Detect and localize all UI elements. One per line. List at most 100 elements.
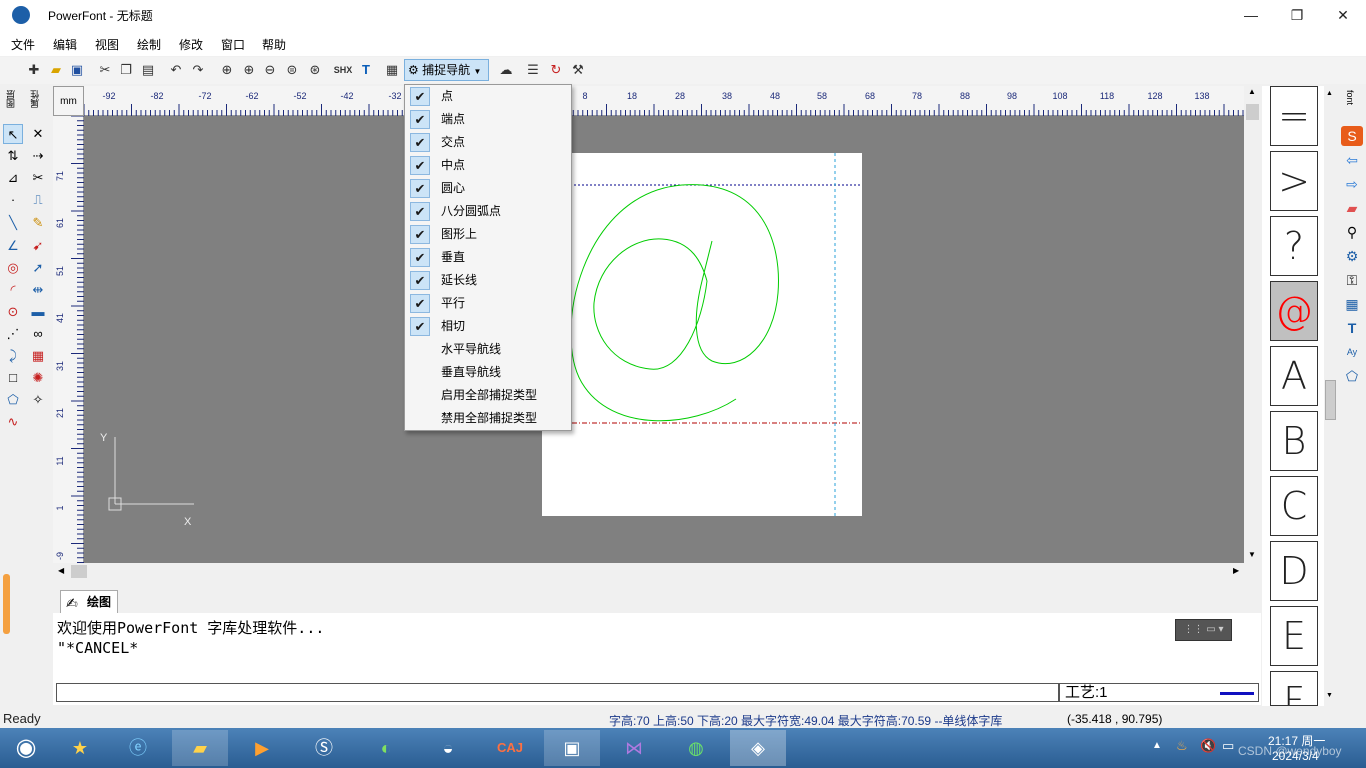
menu-window[interactable]: 窗口 xyxy=(221,36,245,53)
side-handle[interactable] xyxy=(3,574,10,634)
paste-icon[interactable]: ▤ xyxy=(138,60,158,80)
taskbar-star-icon[interactable]: ★ xyxy=(52,730,108,766)
magic-wand-icon[interactable]: ✧ xyxy=(28,390,48,410)
menu-edit[interactable]: 编辑 xyxy=(53,36,77,53)
menu-file[interactable]: 文件 xyxy=(11,36,35,53)
grid-table-icon[interactable]: ▦ xyxy=(382,60,402,80)
start-button-icon[interactable]: ◉ xyxy=(0,730,52,766)
glyph-panel-scroll-thumb[interactable] xyxy=(1325,380,1336,420)
taskbar-qq-icon[interactable]: ◒ xyxy=(420,730,476,766)
taskbar-sogou-icon[interactable]: Ⓢ xyxy=(296,730,352,766)
snap-menu-item[interactable]: 水平导航线 xyxy=(405,338,571,361)
circle-center-icon[interactable]: ⊙ xyxy=(3,302,23,322)
snap-menu-item[interactable]: 启用全部捕捉类型 xyxy=(405,384,571,407)
keyboard-widget-icon[interactable]: ⋮⋮ ▭ ▾ xyxy=(1175,619,1232,641)
scroll-right-icon[interactable]: ▶ xyxy=(1233,566,1239,575)
snap-menu-item[interactable]: 垂直导航线 xyxy=(405,361,571,384)
link-icon[interactable]: ∞ xyxy=(28,324,48,344)
tab-layers[interactable]: 图层 xyxy=(4,90,17,108)
list-icon[interactable]: ☰ xyxy=(523,60,543,80)
tools-icon[interactable]: ⚒ xyxy=(568,60,588,80)
command-input[interactable] xyxy=(56,683,1059,702)
move-icon[interactable]: ➚ xyxy=(28,258,48,278)
undo-icon[interactable]: ↶ xyxy=(166,60,186,80)
scroll-up-icon[interactable]: ▲ xyxy=(1248,87,1256,96)
open-folder-icon[interactable]: ▰ xyxy=(46,60,66,80)
menu-help[interactable]: 帮助 xyxy=(262,36,286,53)
glyph-cell[interactable]: C xyxy=(1270,476,1318,536)
font-tab[interactable]: font xyxy=(1345,90,1355,105)
snap-menu-item[interactable]: ✔ 交点 xyxy=(405,131,571,154)
menu-modify[interactable]: 修改 xyxy=(179,36,203,53)
taskbar-browser-icon[interactable]: ◐ xyxy=(358,730,414,766)
angle-line-icon[interactable]: ∠ xyxy=(3,236,23,256)
offset-icon[interactable]: ▬ xyxy=(28,302,48,322)
taskbar-caj-icon[interactable]: CAJ xyxy=(482,730,538,766)
taskbar-ie-icon[interactable]: ⓔ xyxy=(110,730,166,766)
snap-menu-item[interactable]: ✔ 平行 xyxy=(405,292,571,315)
polygon-icon[interactable]: ⬠ xyxy=(3,390,23,410)
zoom-out-icon[interactable]: ⊖ xyxy=(260,60,280,80)
glyph-cell-selected[interactable]: @ xyxy=(1270,281,1318,341)
node-edit-icon[interactable]: ⇅ xyxy=(3,146,23,166)
snap-menu-item[interactable]: ✔ 端点 xyxy=(405,108,571,131)
s-logo-icon[interactable]: S xyxy=(1341,126,1363,146)
drawing-canvas[interactable]: Y X xyxy=(84,116,1244,563)
arrow-left-icon[interactable]: ⇦ xyxy=(1341,150,1363,170)
glyph-cell[interactable]: B xyxy=(1270,411,1318,471)
tray-app-icon[interactable]: ♨ xyxy=(1176,738,1188,754)
text-icon[interactable]: T xyxy=(1341,318,1363,338)
rectangle-icon[interactable]: □ xyxy=(3,368,23,388)
snap-menu-item[interactable]: 禁用全部捕捉类型 xyxy=(405,407,571,430)
close-button[interactable]: ✕ xyxy=(1320,0,1366,30)
glyph-cell[interactable]: F xyxy=(1270,671,1318,706)
key-icon[interactable]: ⚿ xyxy=(1341,270,1363,290)
trim-icon[interactable]: ✕ xyxy=(28,124,48,144)
cloud-icon[interactable]: ☁ xyxy=(496,60,516,80)
restore-button[interactable]: ❐ xyxy=(1274,0,1320,30)
copy-icon[interactable]: ❐ xyxy=(116,60,136,80)
cut-icon[interactable]: ✂ xyxy=(95,60,115,80)
explode-icon[interactable]: ✺ xyxy=(28,368,48,388)
glyph-panel-scrollbar[interactable]: ▲ ▼ xyxy=(1324,86,1337,706)
glyph-cell[interactable]: A xyxy=(1270,346,1318,406)
extend-icon[interactable]: ⇢ xyxy=(28,146,48,166)
stamp-icon[interactable]: ⎍ xyxy=(28,190,48,210)
menu-draw[interactable]: 绘制 xyxy=(137,36,161,53)
circle-icon[interactable]: ◎ xyxy=(3,258,23,278)
scroll-down-icon[interactable]: ▼ xyxy=(1248,550,1256,559)
vertical-scrollbar[interactable]: ▲ ▼ xyxy=(1244,86,1262,564)
taskbar-wechat-icon[interactable]: ◍ xyxy=(668,730,724,766)
new-file-icon[interactable]: ✚ xyxy=(24,60,44,80)
snap-menu-item[interactable]: ✔ 延长线 xyxy=(405,269,571,292)
glyph-cell[interactable]: = xyxy=(1270,86,1318,146)
find-icon[interactable]: ⚲ xyxy=(1341,222,1363,242)
snap-menu-item[interactable]: ✔ 中点 xyxy=(405,154,571,177)
font-sample-icon[interactable]: Ay xyxy=(1341,342,1363,362)
zoom-all-icon[interactable]: ⊜ xyxy=(282,60,302,80)
craft-field[interactable]: 工艺:1 xyxy=(1059,683,1259,702)
mirror-axis-icon[interactable]: ⇹ xyxy=(28,280,48,300)
tab-properties[interactable]: 属性 xyxy=(28,90,41,108)
snap-menu-item[interactable]: ✔ 八分圆弧点 xyxy=(405,200,571,223)
glyph-cell[interactable]: > xyxy=(1270,151,1318,211)
table-icon[interactable]: ▦ xyxy=(1341,294,1363,314)
truetype-icon[interactable]: T xyxy=(356,60,376,80)
tab-draw[interactable]: ✍ 绘图 xyxy=(60,590,118,613)
menu-view[interactable]: 视图 xyxy=(95,36,119,53)
glyph-cell[interactable]: E xyxy=(1270,606,1318,666)
arc-icon[interactable]: ◜ xyxy=(3,280,23,300)
mirror-icon[interactable]: ⊿ xyxy=(3,168,23,188)
scroll-up-icon[interactable]: ▲ xyxy=(1326,90,1333,97)
pentagon-icon[interactable]: ⬠ xyxy=(1341,366,1363,386)
horizontal-scrollbar[interactable]: ◀ ▶ xyxy=(53,563,1244,580)
snap-menu-item[interactable]: ✔ 垂直 xyxy=(405,246,571,269)
scroll-left-icon[interactable]: ◀ xyxy=(58,566,64,575)
taskbar-vs-icon[interactable]: ⋈ xyxy=(606,730,662,766)
zoom-window-icon[interactable]: ⊕ xyxy=(217,60,237,80)
pencil-icon[interactable]: ✎ xyxy=(28,213,48,233)
arrow-tool-icon[interactable]: ➹ xyxy=(28,236,48,256)
line-icon[interactable]: ╲ xyxy=(3,213,23,233)
spline-icon[interactable]: ∿ xyxy=(3,412,23,432)
snap-menu-item[interactable]: ✔ 圆心 xyxy=(405,177,571,200)
